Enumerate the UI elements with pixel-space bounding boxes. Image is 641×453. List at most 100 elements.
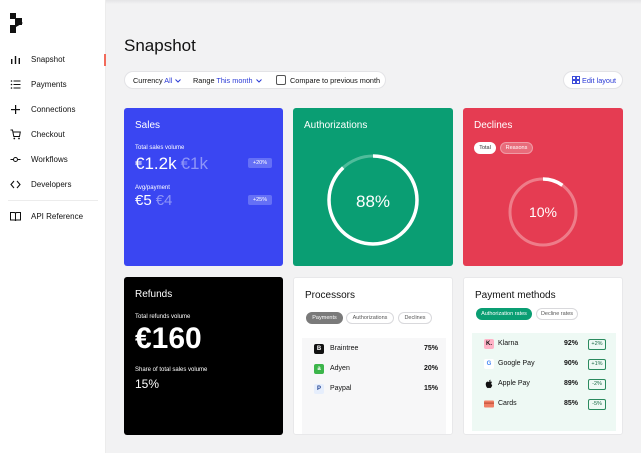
- payment-method-name: Google Pay: [498, 360, 535, 367]
- processor-row[interactable]: B Braintree 75%: [302, 340, 446, 360]
- payment-method-name: Klarna: [498, 340, 519, 347]
- payment-methods-list: K. Klarna 92% +2% G Google Pay 90% +1% A…: [472, 333, 616, 431]
- sidebar-item-label: Workflows: [31, 155, 68, 164]
- payment-method-delta: +1%: [588, 359, 606, 370]
- declines-card[interactable]: Declines Total Reasons 10%: [463, 108, 623, 266]
- cart-icon: [10, 129, 21, 140]
- processor-name: Paypal: [330, 385, 352, 392]
- sales-title: Sales: [135, 120, 161, 131]
- payment-method-row[interactable]: K. Klarna 92% +2%: [472, 335, 616, 355]
- compare-checkbox[interactable]: [276, 75, 286, 85]
- currency-filter[interactable]: Currency All: [133, 76, 182, 85]
- currency-value: All: [164, 76, 173, 85]
- sales-avg: €5 €4: [135, 192, 172, 209]
- refunds-volume-label: Total refunds volume: [135, 314, 191, 320]
- braintree-logo-icon: B: [314, 344, 324, 354]
- sidebar-item-api-reference[interactable]: API Reference: [0, 207, 106, 227]
- compare-label: Compare to previous month: [290, 76, 381, 85]
- tab-authorization-rates[interactable]: Authorization rates: [476, 308, 532, 320]
- workflow-icon: [10, 157, 21, 162]
- filter-bar: Currency All Range This month Compare to…: [124, 71, 386, 89]
- plus-icon: [11, 105, 20, 114]
- range-value: This month: [216, 76, 253, 85]
- processors-title: Processors: [305, 290, 356, 301]
- processor-pct: 15%: [423, 385, 438, 392]
- sales-avg-change-badge: +25%: [248, 195, 272, 205]
- refunds-share-value: 15%: [135, 377, 160, 391]
- google-pay-logo-icon: G: [484, 359, 494, 369]
- brand-logo-icon[interactable]: [10, 13, 24, 33]
- sales-volume-label: Total sales volume: [135, 145, 185, 151]
- tab-total[interactable]: Total: [474, 142, 496, 154]
- tab-payments[interactable]: Payments: [306, 312, 343, 324]
- declines-gauge: 10%: [508, 177, 578, 247]
- tab-declines[interactable]: Declines: [398, 312, 432, 324]
- sidebar-item-label: Payments: [31, 80, 67, 89]
- payment-method-pct: 85%: [564, 400, 579, 407]
- payment-method-row[interactable]: Apple Pay 89% -2%: [472, 375, 616, 395]
- authorizations-title: Authorizations: [304, 120, 368, 131]
- processor-pct: 75%: [423, 345, 438, 352]
- sales-avg-value: €5: [135, 192, 152, 209]
- range-filter[interactable]: Range This month: [193, 76, 263, 85]
- refunds-card[interactable]: Refunds Total refunds volume €160 Share …: [124, 277, 283, 435]
- sales-volume-value: €1.2k: [135, 154, 177, 173]
- sidebar-item-snapshot[interactable]: Snapshot: [0, 50, 106, 70]
- processor-row[interactable]: P Paypal 15%: [302, 380, 446, 400]
- sidebar-item-label: Connections: [31, 105, 76, 114]
- chevron-down-icon: [255, 79, 262, 83]
- top-shadow: [106, 0, 641, 4]
- payment-method-pct: 89%: [564, 380, 579, 387]
- adyen-logo-icon: a: [314, 364, 324, 374]
- declines-value: 10%: [529, 204, 557, 220]
- refunds-volume-value: €160: [135, 322, 202, 355]
- refunds-share-label: Share of total sales volume: [135, 367, 208, 373]
- payment-method-delta: +2%: [588, 339, 606, 350]
- sales-avg-label: Avg/payment: [135, 185, 170, 191]
- sidebar-item-workflows[interactable]: Workflows: [0, 150, 106, 170]
- grid-icon: [572, 76, 580, 84]
- sidebar-item-payments[interactable]: Payments: [0, 75, 106, 95]
- sidebar-item-label: Snapshot: [31, 55, 65, 64]
- sales-volume-change-badge: +20%: [248, 158, 272, 168]
- processor-row[interactable]: a Adyen 20%: [302, 360, 446, 380]
- payment-method-name: Cards: [498, 400, 517, 407]
- tab-decline-rates[interactable]: Decline rates: [536, 308, 578, 320]
- sales-card[interactable]: Sales Total sales volume €1.2k €1k +20% A…: [124, 108, 283, 266]
- klarna-logo-icon: K.: [484, 339, 494, 349]
- sidebar-item-label: API Reference: [31, 212, 84, 221]
- edit-layout-label: Edit layout: [582, 76, 617, 85]
- sidebar-item-developers[interactable]: Developers: [0, 175, 106, 195]
- processor-name: Braintree: [330, 345, 359, 352]
- payment-methods-card: Payment methods Authorization rates Decl…: [463, 277, 623, 435]
- authorizations-gauge: 88%: [327, 154, 419, 246]
- payment-method-delta: -5%: [588, 399, 606, 410]
- sidebar-item-connections[interactable]: Connections: [0, 100, 106, 120]
- processors-card: Processors Payments Authorizations Decli…: [293, 277, 453, 435]
- currency-label: Currency: [133, 76, 163, 85]
- edit-layout-button[interactable]: Edit layout: [563, 71, 623, 89]
- apple-logo-icon: [485, 379, 493, 389]
- refunds-title: Refunds: [135, 289, 173, 300]
- declines-title: Declines: [474, 120, 513, 131]
- payment-method-row[interactable]: Cards 85% -5%: [472, 395, 616, 415]
- tab-reasons[interactable]: Reasons: [500, 142, 533, 154]
- payment-method-delta: -2%: [588, 379, 606, 390]
- sidebar-item-checkout[interactable]: Checkout: [0, 125, 106, 145]
- bar-chart-icon: [11, 56, 20, 64]
- card-icon: [484, 400, 494, 408]
- range-label: Range: [193, 76, 215, 85]
- sidebar: Snapshot Payments Connections Checkout W…: [0, 0, 106, 453]
- paypal-logo-icon: P: [314, 384, 324, 394]
- page-title: Snapshot: [124, 36, 196, 55]
- tab-authorizations[interactable]: Authorizations: [346, 312, 394, 324]
- sidebar-divider: [8, 200, 98, 201]
- processor-name: Adyen: [330, 365, 350, 372]
- authorizations-card[interactable]: Authorizations 88%: [293, 108, 453, 266]
- sidebar-item-label: Checkout: [31, 130, 65, 139]
- payment-method-pct: 92%: [564, 340, 579, 347]
- payment-method-row[interactable]: G Google Pay 90% +1%: [472, 355, 616, 375]
- payment-method-pct: 90%: [564, 360, 579, 367]
- sales-volume-prev: €1k: [180, 154, 209, 173]
- processors-list: B Braintree 75% a Adyen 20% P Paypal 15%: [302, 338, 446, 434]
